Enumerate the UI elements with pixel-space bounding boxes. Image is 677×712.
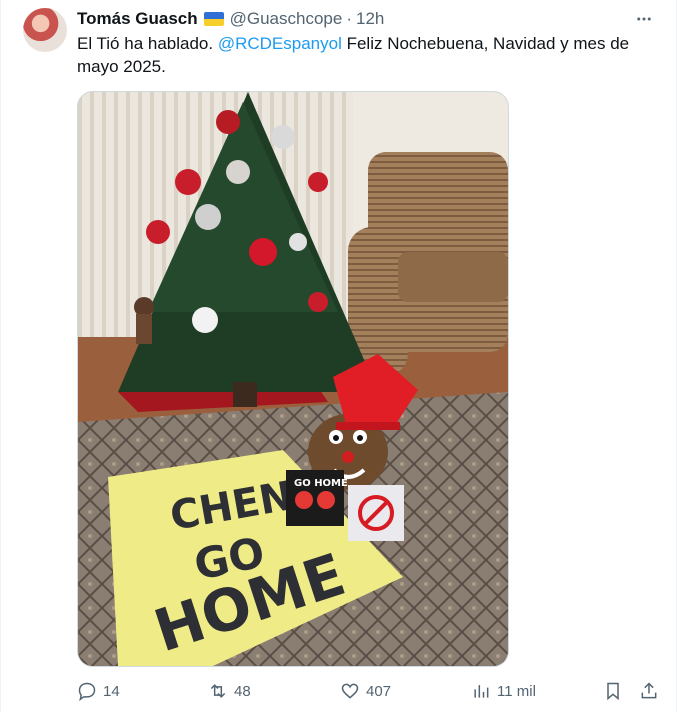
christmas-scene-image: CHEN GO HOME GO HOME bbox=[78, 92, 508, 666]
analytics-icon bbox=[474, 685, 489, 698]
bookmark-icon bbox=[607, 682, 619, 701]
views-count: 11 mil bbox=[497, 682, 536, 700]
reply-icon bbox=[78, 682, 96, 701]
tweet-photo[interactable]: CHEN GO HOME GO HOME bbox=[77, 91, 509, 667]
mention-link[interactable]: @RCDEspanyol bbox=[218, 34, 342, 53]
ukraine-flag-icon bbox=[203, 12, 224, 26]
repost-count: 48 bbox=[234, 682, 251, 700]
avatar[interactable] bbox=[23, 8, 67, 52]
views-button[interactable]: 11 mil bbox=[471, 681, 536, 701]
sign-title: GO HOME bbox=[294, 478, 348, 489]
tweet[interactable]: Tomás Guasch @Guaschcope · 12h El Tió ha… bbox=[0, 0, 677, 712]
reply-button[interactable]: 14 bbox=[77, 681, 120, 701]
like-button[interactable]: 407 bbox=[340, 681, 391, 701]
tweet-text: El Tió ha hablado. @RCDEspanyol Feliz No… bbox=[77, 32, 637, 78]
bookmark-button[interactable] bbox=[603, 681, 623, 701]
heart-icon bbox=[341, 683, 359, 699]
separator: · bbox=[346, 9, 353, 28]
tweet-text-before: El Tió ha hablado. bbox=[77, 34, 218, 53]
tweet-header: Tomás Guasch @Guaschcope · 12h bbox=[77, 8, 656, 30]
repost-button[interactable]: 48 bbox=[208, 681, 251, 701]
share-icon bbox=[641, 682, 657, 699]
more-options-icon[interactable] bbox=[632, 8, 656, 30]
repost-icon bbox=[210, 684, 226, 698]
reply-count: 14 bbox=[103, 682, 120, 700]
action-bar: 14 48 407 11 mil bbox=[77, 676, 659, 706]
timestamp[interactable]: 12h bbox=[356, 9, 384, 29]
like-count: 407 bbox=[366, 682, 392, 700]
author-handle[interactable]: @Guaschcope bbox=[230, 9, 343, 29]
share-button[interactable] bbox=[639, 681, 659, 701]
author-name[interactable]: Tomás Guasch bbox=[77, 9, 198, 29]
